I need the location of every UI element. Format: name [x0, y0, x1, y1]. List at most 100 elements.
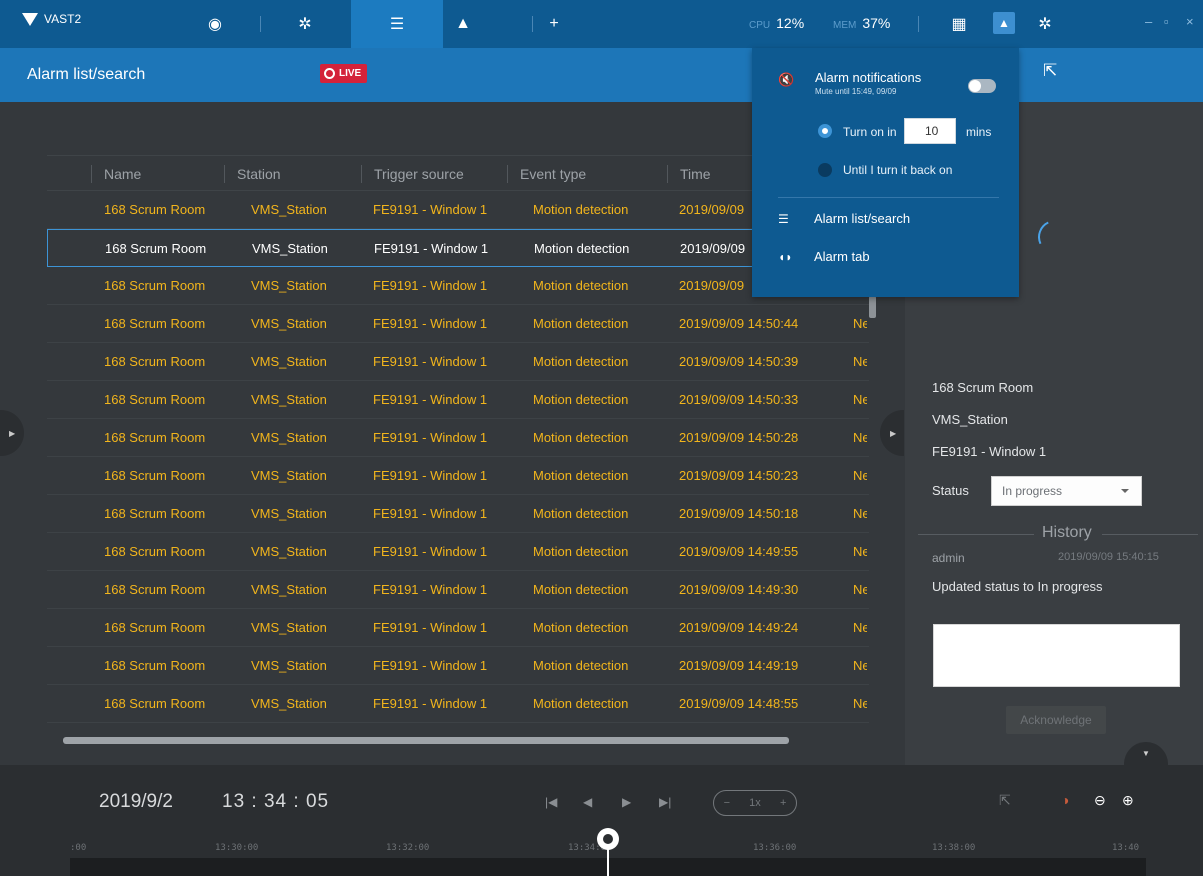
- divider: [1102, 534, 1198, 535]
- timeline-tick-label: :00: [70, 843, 87, 853]
- column-header-name[interactable]: Name: [91, 165, 141, 183]
- table-row[interactable]: 168 Scrum Room VMS_Station FE9191 - Window…: [47, 495, 869, 533]
- notifications-toggle[interactable]: [968, 79, 996, 93]
- export-icon[interactable]: ⇱: [1043, 61, 1057, 81]
- table-row[interactable]: 168 Scrum Room VMS_Station FE9191 - Window…: [47, 191, 869, 229]
- gear-icon[interactable]: ✲: [290, 0, 320, 48]
- cell-trigger-source: FE9191 - Window 1: [373, 620, 488, 635]
- cell-station: VMS_Station: [251, 316, 327, 331]
- cell-time: 2019/09/09 14:50:44: [679, 316, 799, 331]
- cpu-stat: CPU 12%: [749, 15, 804, 31]
- status-dropdown[interactable]: In progress: [991, 476, 1142, 506]
- horizontal-scrollbar[interactable]: [63, 737, 789, 744]
- separator: [918, 16, 919, 32]
- export-icon[interactable]: ⇱: [999, 792, 1011, 809]
- table-row[interactable]: 168 Scrum Room VMS_Station FE9191 - Window…: [47, 381, 869, 419]
- cell-status-truncated: Ne: [853, 354, 867, 369]
- add-tab-button[interactable]: +: [543, 0, 565, 48]
- comment-input[interactable]: [933, 624, 1180, 687]
- playback-time[interactable]: 13 : 34 : 05: [222, 791, 329, 813]
- cell-time: 2019/09/09 14:49:55: [679, 544, 799, 559]
- detail-station: VMS_Station: [932, 412, 1008, 427]
- cell-event-type: Motion detection: [533, 354, 629, 369]
- cell-name: 168 Scrum Room: [104, 696, 206, 711]
- play-icon[interactable]: ▶: [622, 795, 631, 809]
- bell-icon[interactable]: ▲: [448, 0, 478, 48]
- notification-dropdown: 🔇 Alarm notifications Mute until 15:49, …: [752, 48, 1019, 297]
- speed-control[interactable]: − 1x +: [713, 790, 797, 816]
- cell-event-type: Motion detection: [533, 430, 629, 445]
- vertical-scrollbar[interactable]: [869, 296, 876, 318]
- cell-station: VMS_Station: [251, 620, 327, 635]
- alarm-list-icon: ☰: [778, 211, 789, 226]
- table-row[interactable]: 168 Scrum Room VMS_Station FE9191 - Window…: [47, 229, 869, 267]
- table-row[interactable]: 168 Scrum Room VMS_Station FE9191 - Window…: [47, 457, 869, 495]
- until-turn-back-on-radio[interactable]: [818, 163, 832, 177]
- column-header-event-type[interactable]: Event type: [507, 165, 586, 183]
- status-label: Status: [932, 483, 969, 498]
- cell-status-truncated: Ne: [853, 430, 867, 445]
- table-row[interactable]: 168 Scrum Room VMS_Station FE9191 - Window…: [47, 533, 869, 571]
- close-button[interactable]: ×: [1186, 14, 1194, 29]
- column-header-station[interactable]: Station: [224, 165, 281, 183]
- cell-event-type: Motion detection: [533, 392, 629, 407]
- alarm-list-search-label: Alarm list/search: [814, 211, 911, 226]
- maximize-button[interactable]: ▫: [1164, 14, 1169, 29]
- cell-trigger-source: FE9191 - Window 1: [373, 430, 488, 445]
- skip-start-icon[interactable]: |◀: [545, 795, 557, 809]
- playhead-handle[interactable]: [597, 828, 619, 850]
- table-row[interactable]: 168 Scrum Room VMS_Station FE9191 - Window…: [47, 647, 869, 685]
- cell-event-type: Motion detection: [533, 696, 629, 711]
- settings-gear-icon[interactable]: ✲: [1034, 0, 1056, 48]
- alarm-tab-link[interactable]: ◖◗ Alarm tab: [778, 249, 870, 264]
- table-row[interactable]: 168 Scrum Room VMS_Station FE9191 - Window…: [47, 571, 869, 609]
- cell-time: 2019/09/09 14:49:24: [679, 620, 799, 635]
- column-header-trigger-source[interactable]: Trigger source: [361, 165, 464, 183]
- mute-icon: 🔇: [778, 72, 795, 87]
- cpu-label: CPU: [749, 20, 771, 31]
- grid-icon[interactable]: ▦: [948, 0, 970, 48]
- acknowledge-button[interactable]: Acknowledge: [1006, 706, 1106, 734]
- live-button[interactable]: LIVE: [320, 64, 368, 83]
- skip-end-icon[interactable]: ▶|: [659, 795, 671, 809]
- minimize-button[interactable]: –: [1145, 14, 1152, 29]
- table-row[interactable]: 168 Scrum Room VMS_Station FE9191 - Window…: [47, 419, 869, 457]
- cell-status-truncated: Ne: [853, 582, 867, 597]
- eye-icon[interactable]: ◉: [200, 0, 230, 48]
- cell-station: VMS_Station: [251, 544, 327, 559]
- playback-date[interactable]: 2019/9/2: [99, 791, 173, 813]
- plus-icon: +: [549, 15, 559, 32]
- cell-time: 2019/09/09 14:49:30: [679, 582, 799, 597]
- cell-trigger-source: FE9191 - Window 1: [373, 316, 488, 331]
- speed-decrease-button[interactable]: −: [724, 797, 730, 809]
- cell-event-type: Motion detection: [533, 316, 629, 331]
- turn-on-in-radio[interactable]: [818, 124, 832, 138]
- alarm-tab-label: Alarm tab: [814, 249, 870, 264]
- zoom-out-icon[interactable]: ⊖: [1094, 792, 1106, 809]
- divider: [918, 534, 1034, 535]
- table-row[interactable]: 168 Scrum Room VMS_Station FE9191 - Window…: [47, 305, 869, 343]
- table-row[interactable]: 168 Scrum Room VMS_Station FE9191 - Window…: [47, 267, 869, 305]
- timeline-tick-label: 13:36:00: [753, 843, 797, 853]
- speed-increase-button[interactable]: +: [780, 797, 786, 809]
- column-header-time[interactable]: Time: [667, 165, 711, 183]
- zoom-in-icon[interactable]: ⊕: [1122, 792, 1134, 809]
- table-row[interactable]: 168 Scrum Room VMS_Station FE9191 - Window…: [47, 685, 869, 723]
- alarm-list-search-link[interactable]: ☰ Alarm list/search: [778, 211, 910, 226]
- cell-name: 168 Scrum Room: [104, 392, 206, 407]
- cell-name: 168 Scrum Room: [104, 202, 206, 217]
- cell-name: 168 Scrum Room: [104, 544, 206, 559]
- cell-status-truncated: Ne: [853, 316, 867, 331]
- cell-status-truncated: Ne: [853, 468, 867, 483]
- table-row[interactable]: 168 Scrum Room VMS_Station FE9191 - Window…: [47, 343, 869, 381]
- separator: [260, 16, 261, 32]
- timeline-tick-label: 13:32:00: [386, 843, 430, 853]
- history-timestamp: 2019/09/09 15:40:15: [1058, 551, 1159, 563]
- color-wheel-icon[interactable]: ◑: [1061, 792, 1069, 808]
- step-back-icon[interactable]: ◀: [583, 795, 592, 809]
- minutes-input[interactable]: 10: [904, 118, 956, 144]
- table-row[interactable]: 168 Scrum Room VMS_Station FE9191 - Window…: [47, 609, 869, 647]
- alarm-list-tab[interactable]: ☰: [351, 0, 443, 48]
- cell-name: 168 Scrum Room: [104, 430, 206, 445]
- notifications-button[interactable]: ▲: [993, 12, 1015, 34]
